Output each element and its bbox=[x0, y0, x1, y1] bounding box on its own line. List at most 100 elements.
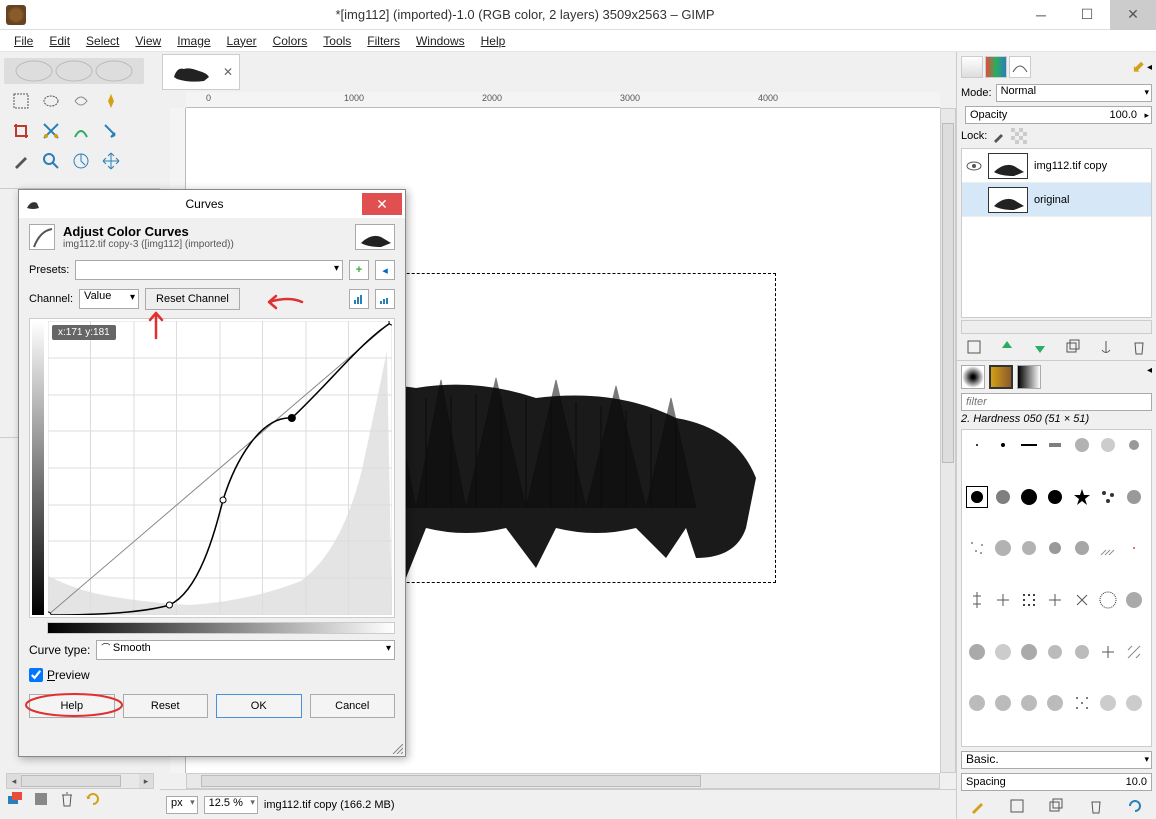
measure-tool[interactable] bbox=[68, 148, 94, 174]
paths-tool[interactable] bbox=[68, 118, 94, 144]
brush-item[interactable] bbox=[1071, 537, 1093, 559]
brush-item[interactable] bbox=[992, 537, 1014, 559]
free-select-tool[interactable] bbox=[68, 88, 94, 114]
maximize-button[interactable]: ☐ bbox=[1064, 0, 1110, 30]
tab-close-icon[interactable]: ✕ bbox=[223, 65, 233, 79]
cancel-button[interactable]: Cancel bbox=[310, 694, 396, 718]
brush-item[interactable] bbox=[1044, 537, 1066, 559]
brush-preview-3[interactable] bbox=[1017, 365, 1041, 389]
brush-item[interactable] bbox=[1071, 589, 1093, 611]
ok-button[interactable]: OK bbox=[216, 694, 302, 718]
unit-dropdown[interactable]: px bbox=[166, 796, 198, 814]
channel-dropdown[interactable]: Value bbox=[79, 289, 139, 309]
menu-colors[interactable]: Colors bbox=[265, 32, 316, 50]
panel-menu-icon[interactable]: ◂ bbox=[1147, 62, 1152, 73]
presets-dropdown[interactable] bbox=[75, 260, 343, 280]
brush-item[interactable] bbox=[1123, 589, 1145, 611]
image-tab[interactable]: ✕ bbox=[162, 54, 240, 90]
brush-item[interactable] bbox=[1044, 486, 1066, 508]
brush-item[interactable] bbox=[1018, 641, 1040, 663]
menu-tools[interactable]: Tools bbox=[315, 32, 359, 50]
mode-dropdown[interactable]: Normal bbox=[996, 84, 1152, 102]
menu-view[interactable]: View bbox=[127, 32, 169, 50]
brush-item[interactable] bbox=[966, 641, 988, 663]
brush-item[interactable] bbox=[1097, 641, 1119, 663]
close-button[interactable]: ✕ bbox=[1110, 0, 1156, 30]
delete-brush-icon[interactable] bbox=[1087, 797, 1105, 815]
opacity-slider[interactable]: Opacity 100.0 bbox=[965, 106, 1152, 124]
minimize-button[interactable]: ─ bbox=[1018, 0, 1064, 30]
brush-item[interactable] bbox=[1097, 537, 1119, 559]
raise-layer-icon[interactable] bbox=[998, 338, 1016, 356]
move-tool[interactable] bbox=[98, 148, 124, 174]
brush-item[interactable] bbox=[1123, 486, 1145, 508]
new-brush-icon[interactable] bbox=[1008, 797, 1026, 815]
zoom-dropdown[interactable]: 12.5 % bbox=[204, 796, 258, 814]
brush-item[interactable] bbox=[992, 692, 1014, 714]
undo-icon[interactable]: ⬋ bbox=[1132, 57, 1145, 77]
brush-item[interactable] bbox=[1044, 641, 1066, 663]
brush-item[interactable] bbox=[1018, 486, 1040, 508]
ellipse-select-tool[interactable] bbox=[38, 88, 64, 114]
brush-item[interactable] bbox=[992, 486, 1014, 508]
reset-channel-button[interactable]: Reset Channel bbox=[145, 288, 240, 310]
visibility-icon[interactable] bbox=[966, 158, 982, 174]
smudge-tool[interactable] bbox=[98, 118, 124, 144]
brush-item[interactable] bbox=[1097, 486, 1119, 508]
preview-label[interactable]: Preview bbox=[47, 668, 90, 682]
paths-tab-icon[interactable] bbox=[1009, 56, 1031, 78]
brush-item[interactable] bbox=[1097, 434, 1119, 456]
brush-item[interactable] bbox=[1044, 692, 1066, 714]
zoom-tool[interactable] bbox=[38, 148, 64, 174]
lower-layer-icon[interactable] bbox=[1031, 338, 1049, 356]
menu-file[interactable]: File bbox=[6, 32, 41, 50]
menu-filters[interactable]: Filters bbox=[359, 32, 408, 50]
refresh-icon[interactable] bbox=[84, 790, 102, 811]
dialog-close-button[interactable]: ✕ bbox=[362, 193, 402, 215]
brush-item[interactable] bbox=[1018, 692, 1040, 714]
brush-item[interactable] bbox=[1071, 641, 1093, 663]
refresh-brush-icon[interactable] bbox=[1126, 797, 1144, 815]
canvas-scrollbar-v[interactable] bbox=[940, 108, 956, 773]
menu-image[interactable]: Image bbox=[169, 32, 218, 50]
preview-checkbox[interactable] bbox=[29, 668, 43, 682]
duplicate-layer-icon[interactable] bbox=[1064, 338, 1082, 356]
resize-grip-icon[interactable] bbox=[391, 742, 403, 754]
brush-filter-input[interactable] bbox=[961, 393, 1152, 411]
brush-item[interactable] bbox=[1097, 692, 1119, 714]
brush-item[interactable] bbox=[1044, 589, 1066, 611]
lock-alpha-icon[interactable] bbox=[1011, 128, 1027, 144]
brush-item[interactable] bbox=[1123, 641, 1145, 663]
brush-item[interactable] bbox=[992, 589, 1014, 611]
layers-scrollbar[interactable] bbox=[961, 320, 1152, 334]
curve-graph[interactable]: x:171 y:181 bbox=[29, 318, 395, 618]
anchor-layer-icon[interactable] bbox=[1097, 338, 1115, 356]
brush-item[interactable] bbox=[1018, 434, 1040, 456]
layer-row[interactable]: img112.tif copy bbox=[962, 149, 1151, 183]
menu-windows[interactable]: Windows bbox=[408, 32, 473, 50]
brush-item[interactable] bbox=[1018, 537, 1040, 559]
trash-icon[interactable] bbox=[58, 790, 76, 811]
brush-preview-2[interactable] bbox=[989, 365, 1013, 389]
duplicate-brush-icon[interactable] bbox=[1047, 797, 1065, 815]
brush-item[interactable] bbox=[1071, 434, 1093, 456]
preset-menu-button[interactable]: ◂ bbox=[375, 260, 395, 280]
brush-item[interactable] bbox=[1097, 589, 1119, 611]
layer-row[interactable]: original bbox=[962, 183, 1151, 217]
canvas-scrollbar-h[interactable] bbox=[186, 773, 940, 789]
brush-item[interactable] bbox=[1123, 434, 1145, 456]
brush-item[interactable] bbox=[992, 641, 1014, 663]
brush-item[interactable] bbox=[1123, 537, 1145, 559]
brush-preview-1[interactable] bbox=[961, 365, 985, 389]
brush-item[interactable] bbox=[992, 434, 1014, 456]
spacing-slider[interactable]: Spacing 10.0 bbox=[961, 773, 1152, 791]
new-layer-icon[interactable] bbox=[965, 338, 983, 356]
layers-tab-icon[interactable] bbox=[961, 56, 983, 78]
menu-help[interactable]: Help bbox=[473, 32, 514, 50]
toolbox-scrollbar[interactable]: ◂ ▸ bbox=[6, 773, 154, 789]
brush-item[interactable] bbox=[966, 537, 988, 559]
brush-item[interactable] bbox=[966, 434, 988, 456]
histogram-linear-button[interactable] bbox=[349, 289, 369, 309]
channels-tab-icon[interactable] bbox=[985, 56, 1007, 78]
curve-type-dropdown[interactable]: ⌒ Smooth bbox=[96, 640, 395, 660]
